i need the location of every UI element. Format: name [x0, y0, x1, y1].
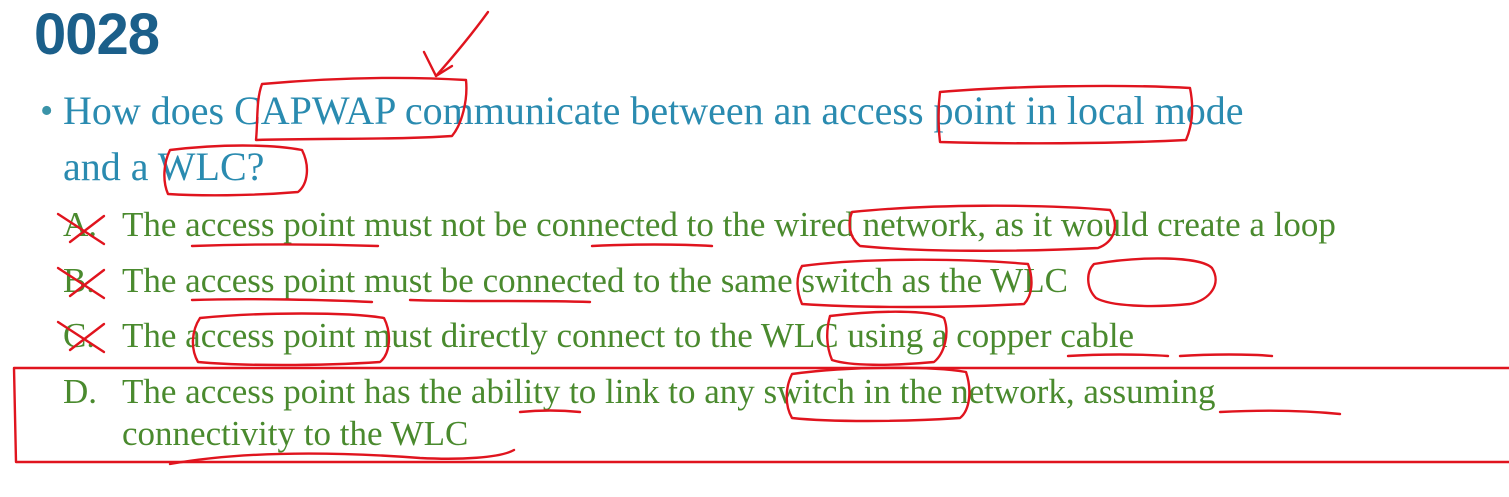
option-a: A. The access point must not be connected… — [63, 204, 1336, 246]
option-a-letter: A. — [63, 205, 98, 244]
question-bullet: • — [40, 90, 54, 132]
question-number: 0028 — [34, 2, 160, 67]
option-d-text-line-2: connectivity to the WLC — [122, 414, 469, 453]
option-a-text: The access point must not be connected t… — [122, 205, 1336, 244]
option-b-letter: B. — [63, 261, 96, 300]
option-c-text: The access point must directly connect t… — [122, 316, 1135, 355]
option-d-letter: D. — [63, 372, 98, 411]
arrow-head-icon — [422, 50, 454, 78]
slide: 0028 • How does CAPWAP communicate betwe… — [0, 0, 1509, 497]
option-d-text-line-1: The access point has the ability to link… — [122, 372, 1216, 411]
underline-d-assuming — [1218, 409, 1342, 416]
option-b-text: The access point must be connected to th… — [122, 261, 1069, 300]
option-c-letter: C. — [63, 316, 96, 355]
option-b: B. The access point must be connected to … — [63, 260, 1068, 302]
question-text-line-2: and a WLC? — [63, 144, 265, 189]
question-text-line-1: How does CAPWAP communicate between an a… — [63, 88, 1244, 133]
arrow-icon — [434, 10, 490, 78]
circle-wlc-b — [1087, 257, 1217, 308]
option-d: D. The access point has the ability to li… — [63, 371, 1216, 413]
underline-c-cable — [1178, 353, 1274, 358]
option-c: C. The access point must directly connect… — [63, 315, 1134, 357]
